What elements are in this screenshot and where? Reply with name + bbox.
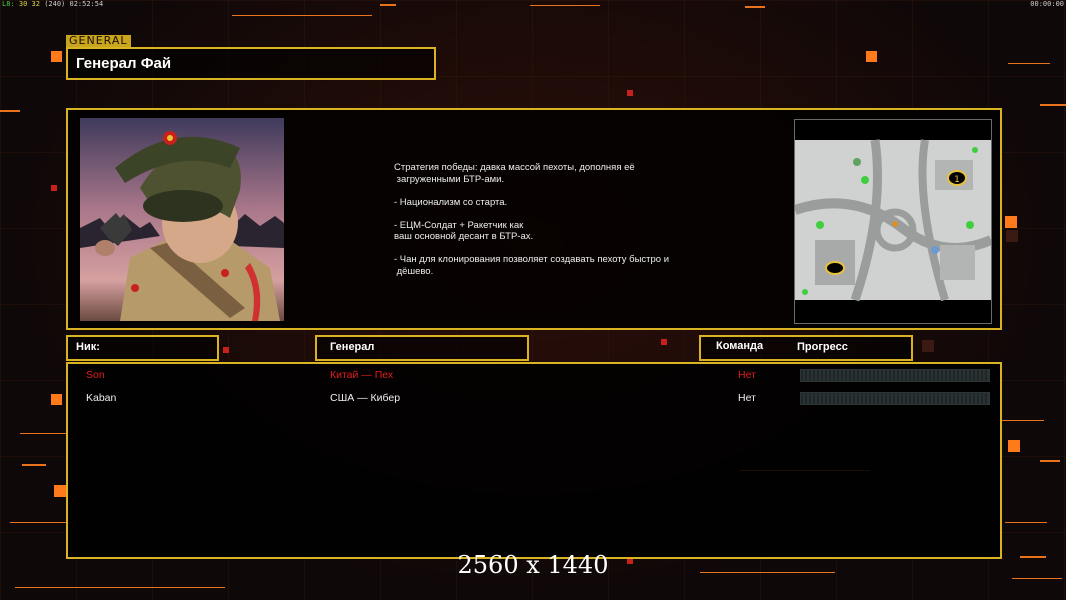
player-row[interactable]: Son Китай — Пех Нет <box>68 367 1000 383</box>
hud-stat-4: (240) <box>44 0 66 8</box>
deco-line <box>530 5 600 6</box>
deco-line <box>1008 63 1050 64</box>
strategy-line <box>394 243 714 255</box>
strategy-line: - Национализм со старта. <box>394 196 508 208</box>
deco-square <box>51 185 57 191</box>
hud-clock-right: 00:00:00 <box>1030 0 1064 8</box>
player-team: Нет <box>738 369 756 381</box>
strategy-text: Стратегия победы: давка массой пехоты, д… <box>394 162 714 277</box>
deco-square <box>54 485 66 497</box>
minimap-image: 1 <box>795 120 991 323</box>
deco-square <box>1005 216 1017 228</box>
deco-line <box>22 464 46 466</box>
deco-line <box>1000 420 1044 421</box>
team-header-label: Команда <box>716 340 764 352</box>
player-progress-bar <box>800 392 990 405</box>
player-general: Китай — Пех <box>330 369 394 381</box>
general-header-label: Генерал <box>330 341 375 353</box>
deco-line <box>1005 522 1047 523</box>
general-title: Генерал Фай <box>76 55 172 72</box>
hud-stat-2: 30 <box>18 0 28 8</box>
deco-square <box>1006 230 1018 242</box>
player-row[interactable]: Kaban США — Кибер Нет <box>68 390 1000 406</box>
deco-line <box>380 4 396 6</box>
general-info-panel: Стратегия победы: давка массой пехоты, д… <box>66 108 1002 330</box>
general-title-box: Генерал Фай <box>66 47 436 80</box>
player-team: Нет <box>738 392 756 404</box>
deco-line <box>10 522 66 523</box>
strategy-line: Стратегия победы: давка массой пехоты, д… <box>394 162 635 173</box>
deco-square <box>922 340 934 352</box>
strategy-line: дёшево. <box>394 265 434 277</box>
player-name: Son <box>86 369 105 381</box>
nick-header: Ник: <box>66 335 219 361</box>
general-portrait <box>80 118 284 321</box>
player-name: Kaban <box>86 392 117 404</box>
deco-square <box>627 90 633 96</box>
deco-square <box>1008 440 1020 452</box>
deco-line <box>20 433 66 434</box>
strategy-line: - ЕЦМ-Солдат + Ракетчик как <box>394 219 524 231</box>
deco-line <box>745 6 765 8</box>
hud-stat-1: L8: <box>2 0 15 8</box>
strategy-line <box>394 208 714 220</box>
deco-line <box>0 110 20 112</box>
progress-header-label: Прогресс <box>797 341 848 353</box>
players-panel: Son Китай — Пех Нет Kaban США — Кибер Не… <box>66 362 1002 559</box>
deco-square <box>51 394 62 405</box>
deco-square <box>866 51 877 62</box>
deco-square <box>51 51 62 62</box>
general-tag: GENERAL <box>66 35 131 47</box>
general-header: Генерал <box>315 335 529 361</box>
hud-stat-3: 32 <box>31 0 40 8</box>
deco-square <box>223 347 229 353</box>
deco-square <box>661 339 667 345</box>
minimap[interactable]: 1 <box>794 119 992 324</box>
strategy-line: ваш основной десант в БТР-ах. <box>394 231 534 242</box>
deco-line <box>1040 104 1066 106</box>
minimap-marker-label: 1 <box>954 175 960 185</box>
strategy-line: - Чан для клонирования позволяет создава… <box>394 254 670 265</box>
player-progress-bar <box>800 369 990 382</box>
hud-clock-left: 02:52:54 <box>69 0 104 8</box>
strategy-line <box>394 185 714 197</box>
deco-line <box>15 587 225 588</box>
resolution-watermark: 2560 x 1440 <box>457 551 609 579</box>
strategy-line: загруженными БТР-ами. <box>394 173 505 185</box>
portrait-image <box>80 118 284 321</box>
fps-counter: L8: 30 32 (240) 02:52:54 <box>2 0 103 8</box>
player-general: США — Кибер <box>330 392 401 404</box>
team-progress-header: Команда Прогресс <box>699 335 913 361</box>
deco-line <box>232 15 372 16</box>
nick-header-label: Ник: <box>76 341 100 353</box>
deco-line <box>1040 460 1060 462</box>
